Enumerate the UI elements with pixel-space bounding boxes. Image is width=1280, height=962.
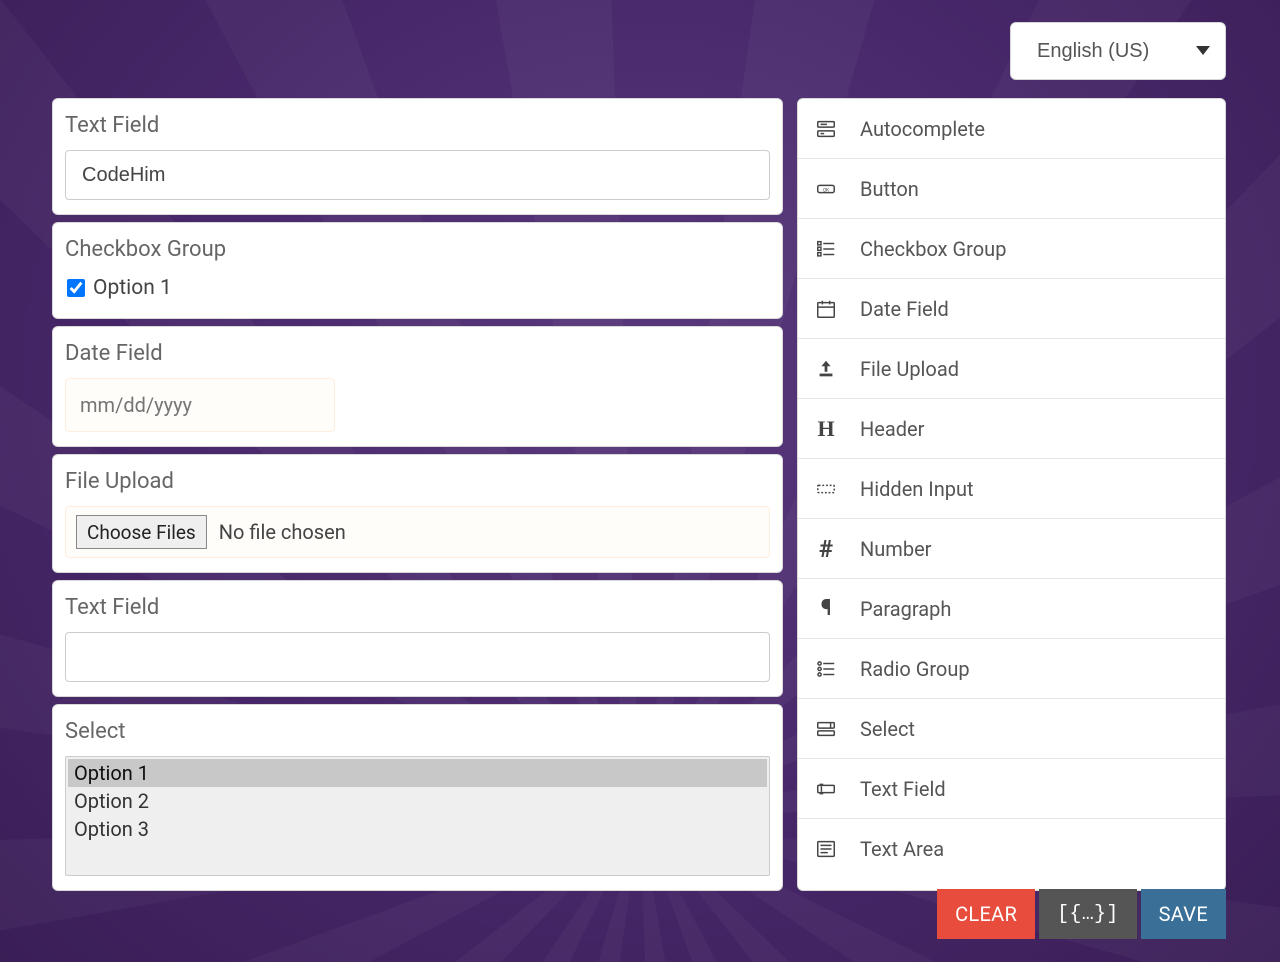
checkbox-option[interactable]: Option 1	[65, 274, 770, 304]
file-status: No file chosen	[219, 520, 346, 544]
field-checkbox-group[interactable]: Checkbox Group Option 1	[52, 222, 783, 319]
palette-item-text-field[interactable]: Text Field	[798, 759, 1225, 819]
header-icon: H	[814, 416, 838, 442]
palette-label: Header	[860, 417, 924, 441]
field-label: Text Field	[65, 113, 770, 138]
svg-text:OK: OK	[823, 187, 829, 193]
select-option: Option 1	[68, 759, 767, 787]
palette-label: Button	[860, 177, 919, 201]
file-input-box: Choose Files No file chosen	[65, 506, 770, 558]
palette-label: Hidden Input	[860, 477, 974, 501]
field-select[interactable]: Select Option 1 Option 2 Option 3	[52, 704, 783, 891]
palette-item-autocomplete[interactable]: Autocomplete	[798, 99, 1225, 159]
palette-item-paragraph[interactable]: ¶ Paragraph	[798, 579, 1225, 639]
language-select-wrap: English (US)	[1010, 22, 1226, 80]
select-option: Option 2	[68, 787, 767, 815]
field-text-1[interactable]: Text Field	[52, 98, 783, 215]
clear-button[interactable]: CLEAR	[937, 889, 1035, 939]
checkbox-label: Option 1	[93, 276, 172, 300]
date-input[interactable]	[65, 378, 335, 432]
palette-label: Number	[860, 537, 931, 561]
palette-item-checkbox-group[interactable]: Checkbox Group	[798, 219, 1225, 279]
text-field-input[interactable]	[65, 150, 770, 200]
text-field-icon	[814, 778, 838, 800]
hidden-icon	[814, 478, 838, 500]
palette-item-header[interactable]: H Header	[798, 399, 1225, 459]
palette-label: Checkbox Group	[860, 237, 1006, 261]
language-select[interactable]: English (US)	[1010, 22, 1226, 80]
hash-icon: #	[814, 535, 838, 563]
field-label: File Upload	[65, 469, 770, 494]
palette-label: Paragraph	[860, 597, 951, 621]
list-radio-icon	[814, 658, 838, 680]
palette-item-hidden-input[interactable]: Hidden Input	[798, 459, 1225, 519]
field-date[interactable]: Date Field	[52, 326, 783, 447]
footer-actions: CLEAR [{…}] SAVE	[937, 889, 1226, 939]
calendar-icon	[814, 298, 838, 320]
palette-label: File Upload	[860, 357, 959, 381]
data-button[interactable]: [{…}]	[1039, 889, 1137, 939]
text-field-input[interactable]	[65, 632, 770, 682]
palette-item-text-area[interactable]: Text Area	[798, 819, 1225, 879]
autocomplete-icon	[814, 118, 838, 140]
palette-item-select[interactable]: Select	[798, 699, 1225, 759]
palette-item-number[interactable]: # Number	[798, 519, 1225, 579]
palette-item-radio-group[interactable]: Radio Group	[798, 639, 1225, 699]
save-button[interactable]: SAVE	[1141, 889, 1226, 939]
palette-label: Autocomplete	[860, 117, 985, 141]
list-check-icon	[814, 238, 838, 260]
textarea-icon	[814, 838, 838, 860]
select-option: Option 3	[68, 815, 767, 843]
paragraph-icon: ¶	[814, 596, 838, 621]
form-preview: Text Field Checkbox Group Option 1 Date …	[52, 98, 783, 891]
select-icon	[814, 718, 838, 740]
field-file-upload[interactable]: File Upload Choose Files No file chosen	[52, 454, 783, 573]
field-text-2[interactable]: Text Field	[52, 580, 783, 697]
field-label: Checkbox Group	[65, 237, 770, 262]
upload-icon	[814, 358, 838, 380]
choose-files-button[interactable]: Choose Files	[76, 515, 207, 549]
field-label: Text Field	[65, 595, 770, 620]
select-list[interactable]: Option 1 Option 2 Option 3	[65, 756, 770, 876]
palette-item-button[interactable]: OK Button	[798, 159, 1225, 219]
component-palette: Autocomplete OK Button Checkbox Group Da…	[797, 98, 1226, 891]
palette-item-date-field[interactable]: Date Field	[798, 279, 1225, 339]
checkbox-input[interactable]	[67, 279, 85, 297]
palette-label: Radio Group	[860, 657, 970, 681]
palette-label: Select	[860, 717, 915, 741]
palette-label: Text Area	[860, 837, 944, 861]
palette-item-file-upload[interactable]: File Upload	[798, 339, 1225, 399]
field-label: Select	[65, 719, 770, 744]
button-icon: OK	[814, 178, 838, 200]
palette-label: Date Field	[860, 297, 949, 321]
palette-label: Text Field	[860, 777, 946, 801]
field-label: Date Field	[65, 341, 770, 366]
